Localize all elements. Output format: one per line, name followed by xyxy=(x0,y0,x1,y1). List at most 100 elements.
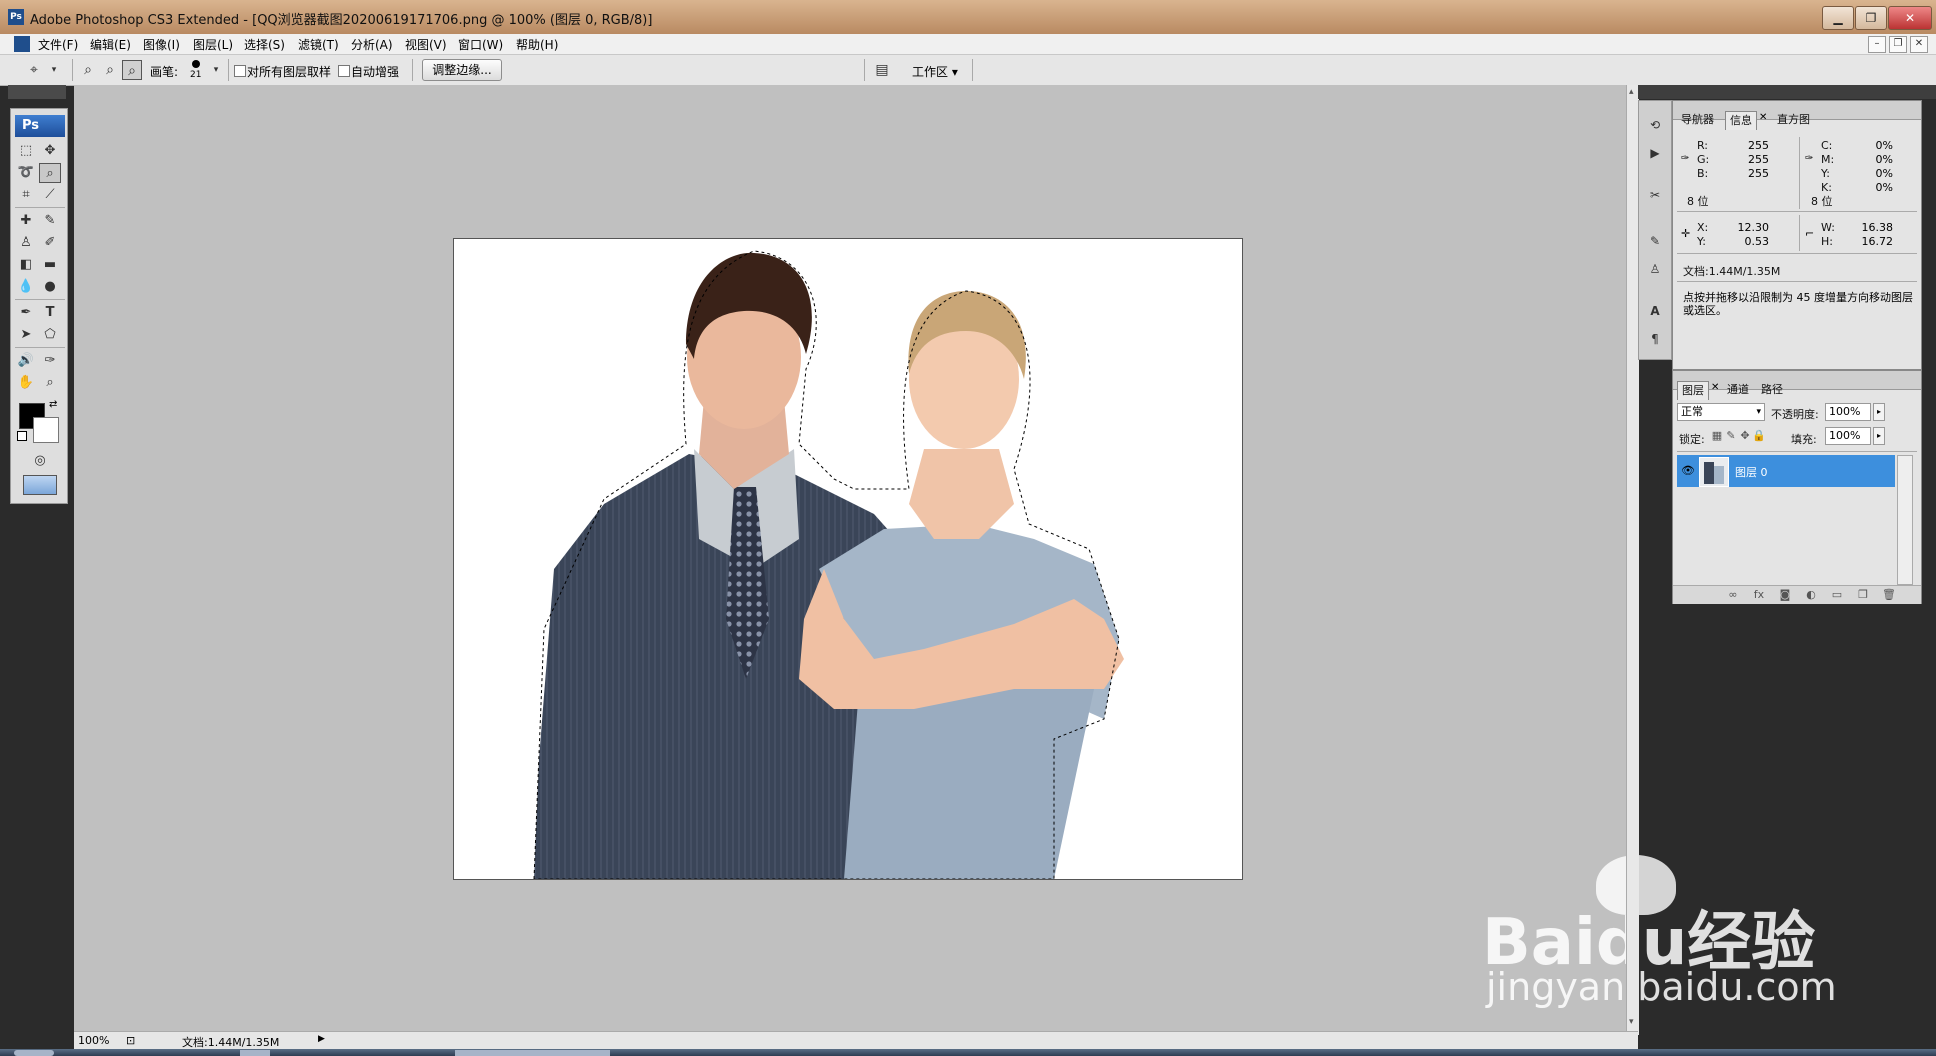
auto-enhance-checkbox[interactable] xyxy=(338,65,350,77)
quick-mask-icon[interactable]: ◎ xyxy=(29,451,51,471)
fill-slider-arrow-icon[interactable]: ▸ xyxy=(1873,427,1885,445)
layers-scrollbar[interactable] xyxy=(1897,455,1913,585)
refine-edge-button[interactable]: 调整边缘... xyxy=(422,59,502,81)
workspace-menu[interactable]: 工作区 ▾ xyxy=(912,63,958,80)
sample-all-layers-checkbox[interactable] xyxy=(234,65,246,77)
background-color-swatch[interactable] xyxy=(33,417,59,443)
opacity-slider-arrow-icon[interactable]: ▸ xyxy=(1873,403,1885,421)
menu-window[interactable]: 窗口(W) xyxy=(458,36,503,53)
panel-dock-strip[interactable] xyxy=(1638,85,1936,99)
quick-selection-tool-icon[interactable]: ⌕ xyxy=(39,163,61,183)
tab-layers[interactable]: 图层 xyxy=(1677,381,1709,400)
paragraph-panel-icon[interactable]: ¶ xyxy=(1645,329,1665,349)
layer-row[interactable]: 👁 图层 0 xyxy=(1677,455,1895,487)
toolbox-collapse-strip[interactable] xyxy=(8,85,66,99)
menu-edit[interactable]: 编辑(E) xyxy=(90,36,131,53)
preset-dropdown-arrow-icon[interactable]: ▾ xyxy=(44,60,64,80)
gradient-tool-icon[interactable]: ▬ xyxy=(39,255,61,275)
close-button[interactable]: ✕ xyxy=(1888,6,1932,30)
taskbar-item[interactable] xyxy=(240,1050,270,1056)
tab-paths[interactable]: 路径 xyxy=(1757,381,1787,399)
brushes-panel-icon[interactable]: ✎ xyxy=(1645,231,1665,251)
eye-visibility-icon[interactable]: 👁 xyxy=(1681,464,1695,477)
history-brush-icon[interactable]: ✐ xyxy=(39,233,61,253)
default-colors-icon[interactable] xyxy=(17,431,27,441)
start-button[interactable] xyxy=(14,1050,54,1056)
status-icon[interactable]: ⊡ xyxy=(126,1034,135,1047)
menu-select[interactable]: 选择(S) xyxy=(244,36,285,53)
menu-analysis[interactable]: 分析(A) xyxy=(351,36,393,53)
brush-preview-icon[interactable] xyxy=(192,60,200,68)
menu-layer[interactable]: 图层(L) xyxy=(193,36,233,53)
doc-restore-button[interactable]: ❐ xyxy=(1889,36,1907,53)
lock-all-icon[interactable]: 🔒 xyxy=(1751,429,1767,443)
history-panel-icon[interactable]: ⟲ xyxy=(1645,115,1665,135)
layer-mask-icon[interactable]: ◙ xyxy=(1777,588,1793,602)
zoom-tool-icon[interactable]: ⌕ xyxy=(39,373,61,393)
scroll-up-arrow-icon[interactable]: ▴ xyxy=(1629,87,1634,97)
tab-histogram[interactable]: 直方图 xyxy=(1773,111,1814,129)
subtract-from-selection-icon[interactable]: ⌕ xyxy=(122,60,142,80)
character-panel-icon[interactable]: A xyxy=(1645,301,1665,321)
add-to-selection-icon[interactable]: ⌕ xyxy=(100,60,120,80)
status-menu-arrow-icon[interactable]: ▶ xyxy=(318,1034,325,1044)
brush-dropdown-arrow-icon[interactable]: ▾ xyxy=(206,60,226,80)
eyedropper-tool-icon[interactable]: ✑ xyxy=(39,351,61,371)
tool-preset-picker-icon[interactable]: ⌖ xyxy=(24,60,44,80)
blur-tool-icon[interactable]: 💧 xyxy=(15,277,37,297)
scroll-down-arrow-icon[interactable]: ▾ xyxy=(1629,1017,1634,1027)
taskbar-item[interactable] xyxy=(455,1050,610,1056)
menu-filter[interactable]: 滤镜(T) xyxy=(298,36,339,53)
swap-colors-icon[interactable]: ⇄ xyxy=(49,399,57,410)
pen-tool-icon[interactable]: ✒ xyxy=(15,303,37,323)
type-tool-icon[interactable]: T xyxy=(39,303,61,323)
menu-file[interactable]: 文件(F) xyxy=(38,36,78,53)
dodge-tool-icon[interactable]: ● xyxy=(39,277,61,297)
marquee-tool-icon[interactable]: ⬚ xyxy=(15,141,37,161)
tab-close-icon[interactable]: ✕ xyxy=(1759,112,1767,123)
new-group-icon[interactable]: ▭ xyxy=(1829,588,1845,602)
rgb-eyedropper-icon[interactable]: ✑ xyxy=(1681,153,1689,164)
palette-well-icon[interactable]: ▤ xyxy=(872,60,892,80)
minimize-button[interactable]: ▁ xyxy=(1822,6,1854,30)
image-canvas[interactable] xyxy=(453,238,1243,880)
fill-field[interactable]: 100% xyxy=(1825,427,1871,445)
layer-name[interactable]: 图层 0 xyxy=(1735,464,1768,480)
new-layer-icon[interactable]: ❐ xyxy=(1855,588,1871,602)
screen-mode-icon[interactable] xyxy=(23,475,57,495)
doc-minimize-button[interactable]: – xyxy=(1868,36,1886,53)
tab-channels[interactable]: 通道 xyxy=(1723,381,1753,399)
opacity-field[interactable]: 100% xyxy=(1825,403,1871,421)
trash-icon[interactable]: 🗑 xyxy=(1881,588,1897,602)
blend-mode-select[interactable]: 正常 ▾ xyxy=(1677,403,1765,421)
brush-tool-icon[interactable]: ✎ xyxy=(39,211,61,231)
lasso-tool-icon[interactable]: ➰ xyxy=(15,163,37,183)
slice-tool-icon[interactable]: ⟋ xyxy=(39,185,61,205)
cmyk-eyedropper-icon[interactable]: ✑ xyxy=(1805,153,1813,164)
healing-brush-icon[interactable]: ✚ xyxy=(15,211,37,231)
shape-tool-icon[interactable]: ⬠ xyxy=(39,325,61,345)
new-selection-icon[interactable]: ⌕ xyxy=(78,60,98,80)
maximize-button[interactable]: ❐ xyxy=(1855,6,1887,30)
actions-panel-icon[interactable]: ▶ xyxy=(1645,143,1665,163)
doc-close-button[interactable]: ✕ xyxy=(1910,36,1928,53)
menu-image[interactable]: 图像(I) xyxy=(143,36,180,53)
menu-view[interactable]: 视图(V) xyxy=(405,36,447,53)
path-selection-icon[interactable]: ➤ xyxy=(15,325,37,345)
zoom-level[interactable]: 100% xyxy=(78,1034,109,1047)
layer-style-icon[interactable]: fx xyxy=(1751,588,1767,602)
crop-tool-icon[interactable]: ⌗ xyxy=(15,185,37,205)
adjustment-layer-icon[interactable]: ◐ xyxy=(1803,588,1819,602)
move-tool-icon[interactable]: ✥ xyxy=(39,141,61,161)
tab-navigator[interactable]: 导航器 xyxy=(1677,111,1718,129)
tab-info[interactable]: 信息 xyxy=(1725,111,1757,130)
clone-stamp-icon[interactable]: ♙ xyxy=(15,233,37,253)
link-layers-icon[interactable]: ∞ xyxy=(1725,588,1741,602)
hand-tool-icon[interactable]: ✋ xyxy=(15,373,37,393)
tab-close-icon[interactable]: ✕ xyxy=(1711,382,1719,393)
notes-tool-icon[interactable]: 🔊 xyxy=(15,351,37,371)
tool-presets-icon[interactable]: ✂ xyxy=(1645,185,1665,205)
eraser-tool-icon[interactable]: ◧ xyxy=(15,255,37,275)
clone-source-icon[interactable]: ♙ xyxy=(1645,259,1665,279)
menu-help[interactable]: 帮助(H) xyxy=(516,36,558,53)
